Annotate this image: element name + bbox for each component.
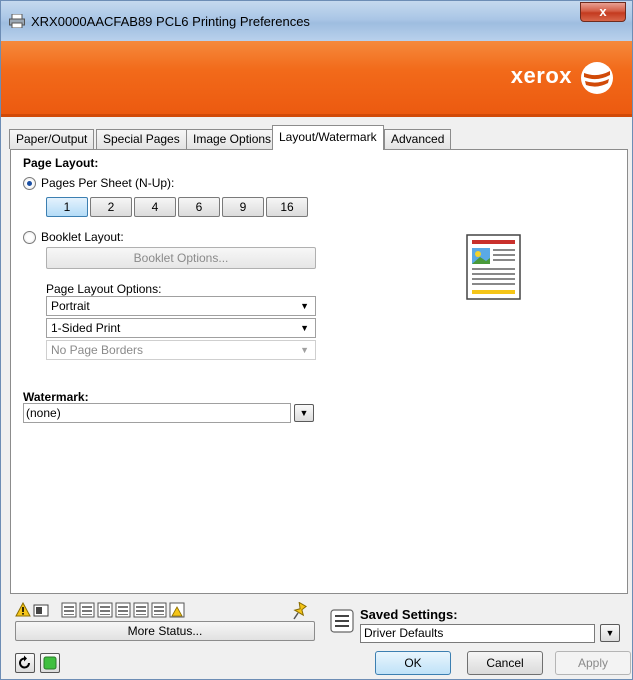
tray-2-icon[interactable] [79, 602, 95, 618]
online-help-button[interactable] [40, 653, 60, 673]
close-button[interactable]: x [580, 2, 626, 22]
orientation-select[interactable]: Portrait ▼ [46, 296, 316, 316]
window-title: XRX0000AACFAB89 PCL6 Printing Preference… [31, 14, 310, 29]
nup-1-button[interactable]: 1 [46, 197, 88, 217]
saved-settings-label: Saved Settings: [360, 607, 458, 622]
printer-status-icon[interactable] [33, 602, 49, 618]
page-borders-value: No Page Borders [51, 343, 144, 357]
reset-button[interactable] [15, 653, 35, 673]
page-preview-image [466, 234, 521, 300]
warning-icon[interactable] [15, 602, 31, 618]
tab-layout-watermark[interactable]: Layout/Watermark [272, 125, 384, 150]
page-layout-options-label: Page Layout Options: [46, 282, 162, 296]
chevron-down-icon: ▼ [605, 628, 615, 638]
nup-6-button[interactable]: 6 [178, 197, 220, 217]
booklet-layout-label: Booklet Layout: [41, 230, 124, 244]
booklet-options-button[interactable]: Booklet Options... [46, 247, 316, 269]
booklet-layout-radio[interactable] [23, 230, 36, 244]
watermark-select[interactable]: (none) [23, 403, 291, 423]
tray-4-icon[interactable] [115, 602, 131, 618]
nup-9-button[interactable]: 9 [222, 197, 264, 217]
nup-button-group: 1 2 4 6 9 16 [46, 197, 308, 217]
printer-icon [9, 14, 25, 28]
nup-16-button[interactable]: 16 [266, 197, 308, 217]
xerox-banner: xerox [1, 41, 632, 117]
tray-6-icon[interactable] [151, 602, 167, 618]
status-icons [15, 602, 185, 618]
more-status-button[interactable]: More Status... [15, 621, 315, 641]
green-status-icon [43, 656, 57, 670]
layout-watermark-panel: Page Layout: Pages Per Sheet (N-Up): 1 2… [10, 149, 628, 594]
tab-special-pages[interactable]: Special Pages [96, 129, 187, 149]
watermark-value: (none) [26, 406, 61, 420]
saved-settings-select[interactable]: Driver Defaults [360, 624, 595, 643]
cancel-button[interactable]: Cancel [467, 651, 543, 675]
title-bar: XRX0000AACFAB89 PCL6 Printing Preference… [1, 1, 632, 41]
chevron-down-icon: ▼ [300, 345, 309, 355]
tray-5-icon[interactable] [133, 602, 149, 618]
orientation-value: Portrait [51, 299, 90, 313]
apply-button: Apply [555, 651, 631, 675]
printing-preferences-window: XRX0000AACFAB89 PCL6 Printing Preference… [0, 0, 633, 680]
nup-4-button[interactable]: 4 [134, 197, 176, 217]
tab-image-options[interactable]: Image Options [186, 129, 279, 149]
watermark-heading: Watermark: [23, 390, 89, 404]
pages-per-sheet-option[interactable]: Pages Per Sheet (N-Up): [23, 176, 174, 190]
chevron-down-icon: ▼ [299, 408, 309, 418]
page-borders-select: No Page Borders ▼ [46, 340, 316, 360]
tray-warning-icon[interactable] [169, 602, 185, 618]
nup-2-button[interactable]: 2 [90, 197, 132, 217]
chevron-down-icon: ▼ [300, 323, 309, 333]
sides-select[interactable]: 1-Sided Print ▼ [46, 318, 316, 338]
xerox-logo-icon [581, 62, 613, 94]
pages-per-sheet-radio[interactable] [23, 176, 36, 190]
tab-advanced[interactable]: Advanced [384, 129, 452, 149]
saved-settings-dropdown-button[interactable]: ▼ [600, 624, 620, 642]
watermark-dropdown-button[interactable]: ▼ [294, 404, 314, 422]
refresh-icon [19, 655, 30, 669]
tray-1-icon[interactable] [61, 602, 77, 618]
chevron-down-icon: ▼ [300, 301, 309, 311]
tray-3-icon[interactable] [97, 602, 113, 618]
pages-per-sheet-label: Pages Per Sheet (N-Up): [41, 176, 175, 190]
xerox-logo-text: xerox [510, 63, 572, 88]
ok-button[interactable]: OK [375, 651, 451, 675]
sides-value: 1-Sided Print [51, 321, 121, 335]
booklet-layout-option[interactable]: Booklet Layout: [23, 230, 124, 244]
tab-paper-output[interactable]: Paper/Output [9, 129, 95, 149]
pin-icon[interactable] [291, 602, 309, 620]
saved-settings-icon [330, 609, 354, 633]
page-layout-heading: Page Layout: [23, 156, 99, 170]
saved-settings-value: Driver Defaults [364, 626, 444, 640]
